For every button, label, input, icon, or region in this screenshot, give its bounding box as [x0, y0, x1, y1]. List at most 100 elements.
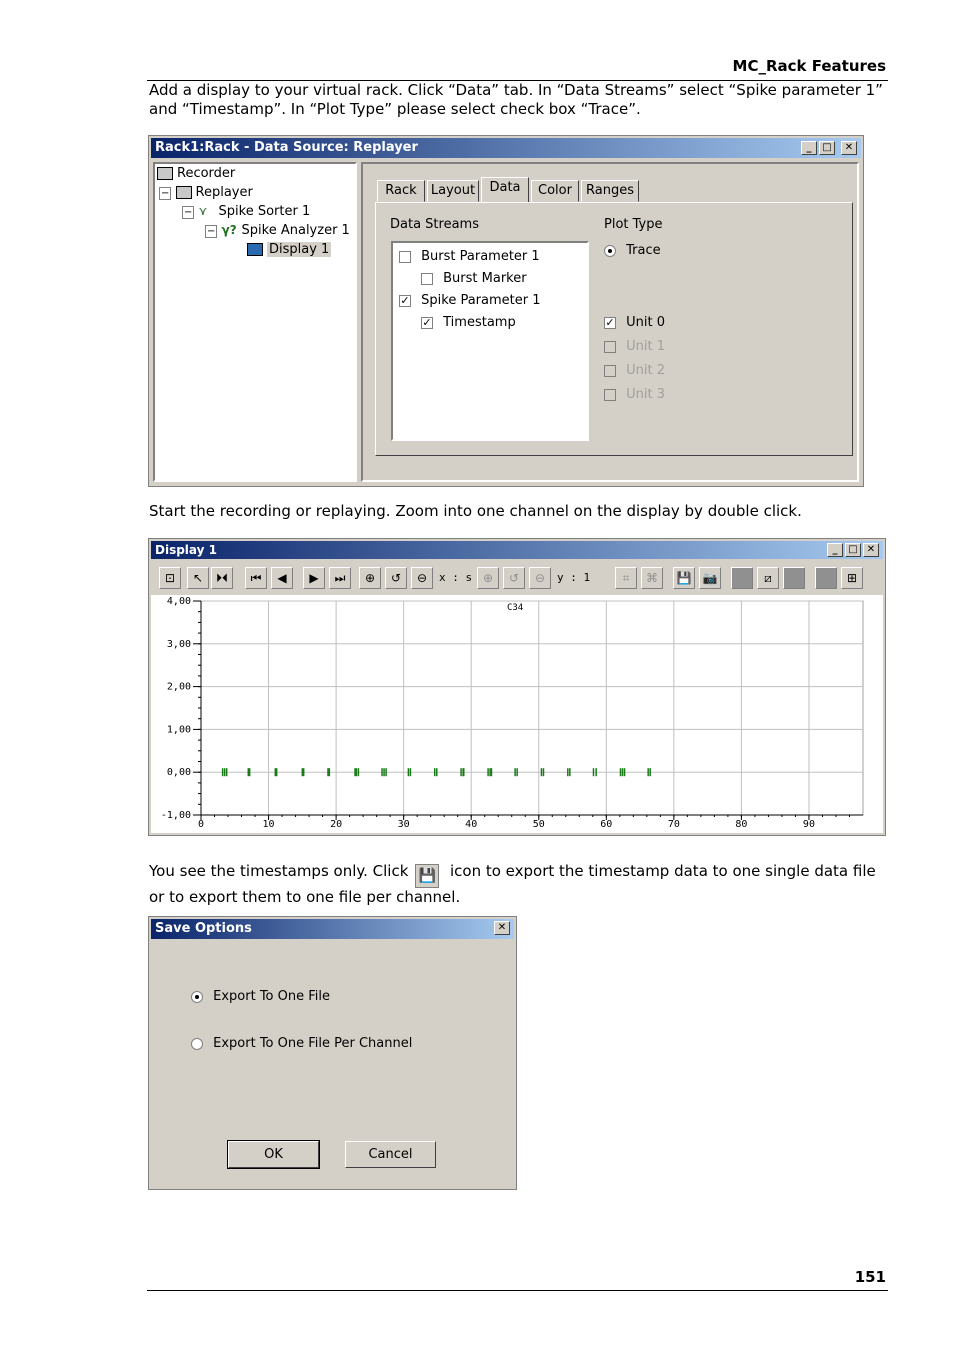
unit-2-checkbox: [604, 364, 616, 377]
close-icon[interactable]: ✕: [863, 543, 879, 557]
timestamp-checkbox[interactable]: ✓: [421, 316, 433, 329]
close-icon[interactable]: ✕: [494, 921, 510, 935]
unit-3-checkbox: [604, 388, 616, 401]
data-streams-label: Data Streams: [390, 217, 479, 232]
plot-area[interactable]: 0 10 20 30 40 50 60 70 80 90 4,00 3,00 2,00 1,00 0,00 -…: [151, 595, 883, 833]
export-one-file-radio[interactable]: [191, 990, 203, 1003]
collapse-icon[interactable]: −: [182, 206, 195, 219]
tab-color[interactable]: Color: [531, 180, 579, 202]
save-dialog-title: Save Options: [155, 921, 252, 936]
maximize-icon[interactable]: □: [845, 543, 861, 557]
view-mode-3-icon[interactable]: [783, 567, 805, 589]
view-mode-4-icon[interactable]: [815, 567, 837, 589]
page-number: 151: [854, 1268, 886, 1286]
recorder-icon: [157, 167, 173, 180]
tab-data[interactable]: Data: [481, 177, 529, 203]
display-window: Display 1 _ □ ✕ ⊡ ↖ ⏵⏴ ⏮ ◀ ▶ ⏭ ⊕ ↺ ⊖ x :…: [148, 538, 886, 836]
replayer-icon: [175, 186, 192, 199]
rack-tree: Recorder − Replayer − ⋎ Spike Sorter 1 − …: [153, 162, 357, 482]
unit-0-option[interactable]: ✓ Unit 0: [604, 315, 665, 330]
ok-button[interactable]: OK: [227, 1140, 320, 1169]
x-tick-label: 30: [398, 819, 410, 830]
save-options-dialog: Save Options ✕ Export To One File Export…: [148, 916, 517, 1190]
camera-icon[interactable]: 📷: [699, 567, 721, 589]
minimize-icon[interactable]: _: [801, 141, 817, 155]
stream-spike-parameter[interactable]: ✓ Spike Parameter 1: [399, 293, 541, 308]
trace-radio[interactable]: Trace: [604, 243, 661, 258]
paragraph-2: Start the recording or replaying. Zoom i…: [149, 502, 802, 520]
section-title: MC_Rack Features: [732, 57, 886, 75]
unit-1-checkbox: [604, 340, 616, 353]
stream-burst-parameter[interactable]: Burst Parameter 1: [399, 249, 540, 264]
tab-layout[interactable]: Layout: [427, 180, 479, 202]
spike-sorter-icon: ⋎: [198, 204, 208, 218]
center-icon[interactable]: ⏵⏴: [211, 567, 233, 589]
paragraph-1: Add a display to your virtual rack. Clic…: [149, 81, 883, 118]
stream-burst-marker[interactable]: Burst Marker: [421, 271, 527, 286]
first-icon[interactable]: ⏮: [245, 567, 267, 589]
zoom-out-x-icon[interactable]: ⊖: [411, 567, 433, 589]
properties-pane: Rack Layout Data Color Ranges Data Strea…: [361, 162, 859, 482]
view-mode-2-icon[interactable]: ⧄: [757, 567, 779, 589]
y-tick-label: -1,00: [161, 810, 191, 821]
channel-label: C34: [507, 603, 523, 613]
export-per-channel-radio[interactable]: [191, 1037, 203, 1050]
paragraph-3-start: You see the timestamps only. Click: [149, 862, 409, 880]
zoom-in-x-icon[interactable]: ⊕: [359, 567, 381, 589]
minimize-icon[interactable]: _: [827, 543, 843, 557]
close-icon[interactable]: ✕: [841, 141, 857, 155]
spike-parameter-checkbox[interactable]: ✓: [399, 294, 411, 307]
display-window-titlebar[interactable]: Display 1 _ □ ✕: [151, 541, 883, 559]
rack-window-titlebar[interactable]: Rack1:Rack - Data Source: Replayer _ □ ✕: [151, 138, 861, 158]
view-mode-5-icon[interactable]: ⊞: [841, 567, 863, 589]
spike-analyzer-icon: γ?: [221, 223, 237, 237]
collapse-icon[interactable]: −: [159, 187, 172, 200]
tree-item-recorder[interactable]: Recorder: [157, 166, 235, 181]
tab-rack[interactable]: Rack: [377, 180, 425, 202]
y-scale-label: y : 1: [557, 571, 591, 584]
plot-type-label: Plot Type: [604, 217, 663, 232]
x-tick-label: 0: [198, 819, 204, 830]
collapse-icon[interactable]: −: [205, 225, 218, 238]
tree-item-replayer[interactable]: − Replayer: [159, 185, 253, 200]
x-tick-label: 50: [533, 819, 545, 830]
tree-item-spike-sorter[interactable]: − ⋎ Spike Sorter 1: [182, 204, 310, 219]
stream-timestamp[interactable]: ✓ Timestamp: [421, 315, 516, 330]
footer-rule: [147, 1290, 888, 1291]
cursor-icon[interactable]: ↖: [187, 567, 209, 589]
tree-item-display[interactable]: Display 1: [247, 242, 332, 257]
unit-2-option: Unit 2: [604, 363, 665, 378]
burst-parameter-checkbox[interactable]: [399, 250, 411, 263]
plot-frame: [200, 600, 864, 816]
unit-0-checkbox[interactable]: ✓: [604, 316, 616, 329]
trace-radio-button[interactable]: [604, 244, 616, 257]
layout-icon: ⌗: [615, 567, 637, 589]
x-scale-label: x : s: [439, 571, 473, 584]
data-streams-list: Burst Parameter 1 Burst Marker ✓ Spike P…: [391, 241, 589, 441]
save-icon-inline: 💾: [415, 864, 440, 888]
display-icon: [247, 243, 263, 256]
save-icon[interactable]: 💾: [673, 567, 695, 589]
x-tick-label: 80: [735, 819, 747, 830]
reset-zoom-y-icon: ↺: [503, 567, 525, 589]
timestamp-plot: 0 10 20 30 40 50 60 70 80 90 4,00 3,00 2,00 1,00 0,00 -…: [161, 596, 864, 830]
burst-marker-checkbox[interactable]: [421, 272, 433, 285]
next-icon[interactable]: ▶: [303, 567, 325, 589]
export-per-channel-option[interactable]: Export To One File Per Channel: [191, 1036, 412, 1051]
tab-ranges[interactable]: Ranges: [581, 180, 639, 202]
last-icon[interactable]: ⏭: [329, 567, 351, 589]
x-tick-label: 40: [465, 819, 477, 830]
cancel-button[interactable]: Cancel: [345, 1141, 436, 1168]
y-tick-label: 3,00: [167, 639, 191, 650]
zoom-window-icon[interactable]: ⊡: [159, 567, 181, 589]
previous-icon[interactable]: ◀: [271, 567, 293, 589]
tab-panel-data: Data Streams Burst Parameter 1 Burst Mar…: [375, 202, 853, 456]
x-tick-label: 90: [803, 819, 815, 830]
tree-item-spike-analyzer[interactable]: − γ? Spike Analyzer 1: [205, 223, 350, 238]
export-one-file-option[interactable]: Export To One File: [191, 989, 330, 1004]
save-dialog-titlebar[interactable]: Save Options ✕: [151, 919, 514, 939]
view-mode-1-icon[interactable]: [731, 567, 753, 589]
display-window-title: Display 1: [155, 543, 217, 557]
maximize-icon[interactable]: □: [819, 141, 835, 155]
reset-zoom-x-icon[interactable]: ↺: [385, 567, 407, 589]
